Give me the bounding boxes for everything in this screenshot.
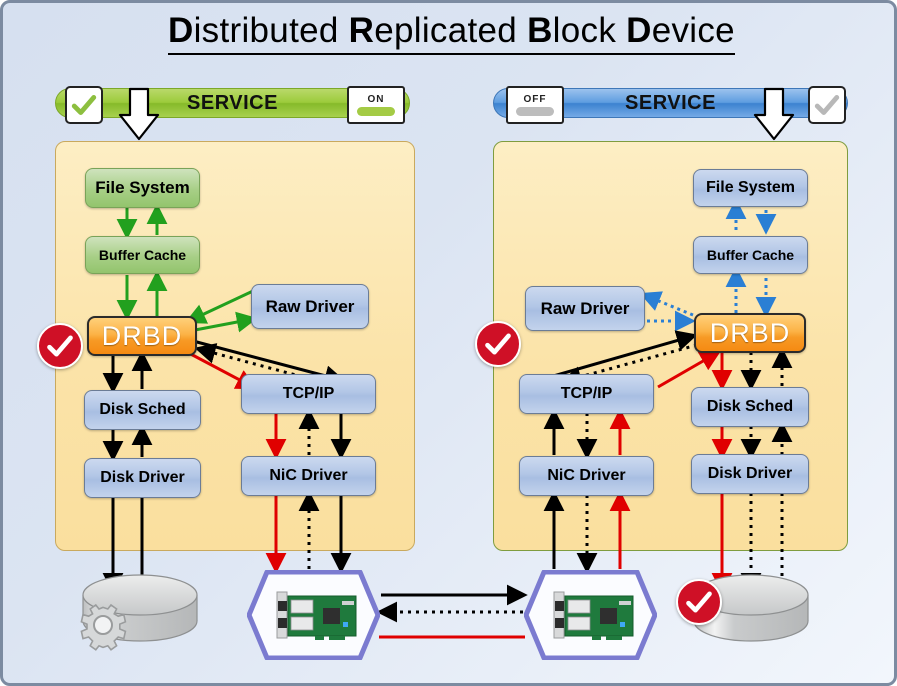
left-raw-driver-label: Raw Driver [265,296,355,316]
left-box-raw-driver[interactable]: Raw Driver [251,284,369,329]
diagram-canvas: Distributed Replicated Block Device SERV… [0,0,897,686]
left-box-tcp-ip[interactable]: TCP/IP [241,374,376,414]
right-service-toggle[interactable]: OFF [506,86,564,124]
right-nic-hex [523,569,658,661]
left-storage-disk [82,574,198,642]
left-drbd-primary-badge [37,323,83,369]
check-icon [71,94,97,116]
right-box-buffer-cache[interactable]: Buffer Cache [693,236,808,274]
right-box-disk-driver[interactable]: Disk Driver [691,454,809,494]
right-box-tcp-ip[interactable]: TCP/IP [519,374,654,414]
left-box-drbd[interactable]: DRBD [87,316,197,356]
left-drbd-label: DRBD [101,320,183,351]
right-box-drbd[interactable]: DRBD [694,313,806,353]
left-disk-sched-label: Disk Sched [99,400,186,418]
check-icon [814,94,840,116]
left-box-disk-driver[interactable]: Disk Driver [84,458,201,498]
right-raw-driver-label: Raw Driver [540,298,630,318]
left-nic-card [246,569,381,661]
right-box-disk-sched[interactable]: Disk Sched [691,387,809,427]
red-check-icon [485,333,511,355]
right-toggle-pill [516,106,554,116]
right-drbd-label: DRBD [709,317,791,348]
left-file-system-label: File System [95,178,190,198]
left-nic-hex [246,569,381,661]
title-rest-2: eplicated [374,11,518,50]
right-box-raw-driver[interactable]: Raw Driver [525,286,645,331]
nic-card-graphic [553,591,634,640]
right-nic-card [523,569,658,661]
left-box-file-system[interactable]: File System [85,168,200,208]
right-box-nic-driver[interactable]: NiC Driver [519,456,654,496]
right-box-file-system[interactable]: File System [693,169,808,207]
left-toggle-label: ON [367,93,385,105]
title-cap-4: D [626,11,652,50]
nic-card-graphic [276,591,357,640]
left-toggle-pill [357,106,395,116]
title-cap-1: D [168,11,194,50]
right-disk-sched-label: Disk Sched [706,397,794,415]
right-storage-badge [676,579,722,625]
red-check-icon [47,335,73,357]
right-tcp-ip-label: TCP/IP [560,384,613,402]
left-box-buffer-cache[interactable]: Buffer Cache [85,236,200,274]
right-toggle-label: OFF [523,93,547,105]
title-rest-4: evice [651,11,735,50]
title-rest-1: istributed [193,11,339,50]
left-service-check-icon[interactable] [65,86,103,124]
title-cap-2: R [348,11,375,50]
right-disk-driver-label: Disk Driver [707,464,793,482]
red-check-icon [686,591,712,613]
right-service-check-icon[interactable] [808,86,846,124]
right-nic-driver-label: NiC Driver [547,466,626,484]
left-service-toggle[interactable]: ON [347,86,405,124]
left-tcp-ip-label: TCP/IP [282,384,335,402]
right-buffer-cache-label: Buffer Cache [706,246,795,263]
left-disk-driver-label: Disk Driver [100,468,185,486]
left-nic-driver-label: NiC Driver [269,466,348,484]
left-buffer-cache-label: Buffer Cache [98,246,187,263]
left-box-nic-driver[interactable]: NiC Driver [241,456,376,496]
title-rest-3: lock [552,11,617,50]
title-cap-3: B [527,11,553,50]
gear-icon [80,603,127,651]
page-title: Distributed Replicated Block Device [3,11,894,55]
left-box-disk-sched[interactable]: Disk Sched [84,390,201,430]
right-drbd-badge [475,321,521,367]
right-file-system-label: File System [706,178,795,196]
